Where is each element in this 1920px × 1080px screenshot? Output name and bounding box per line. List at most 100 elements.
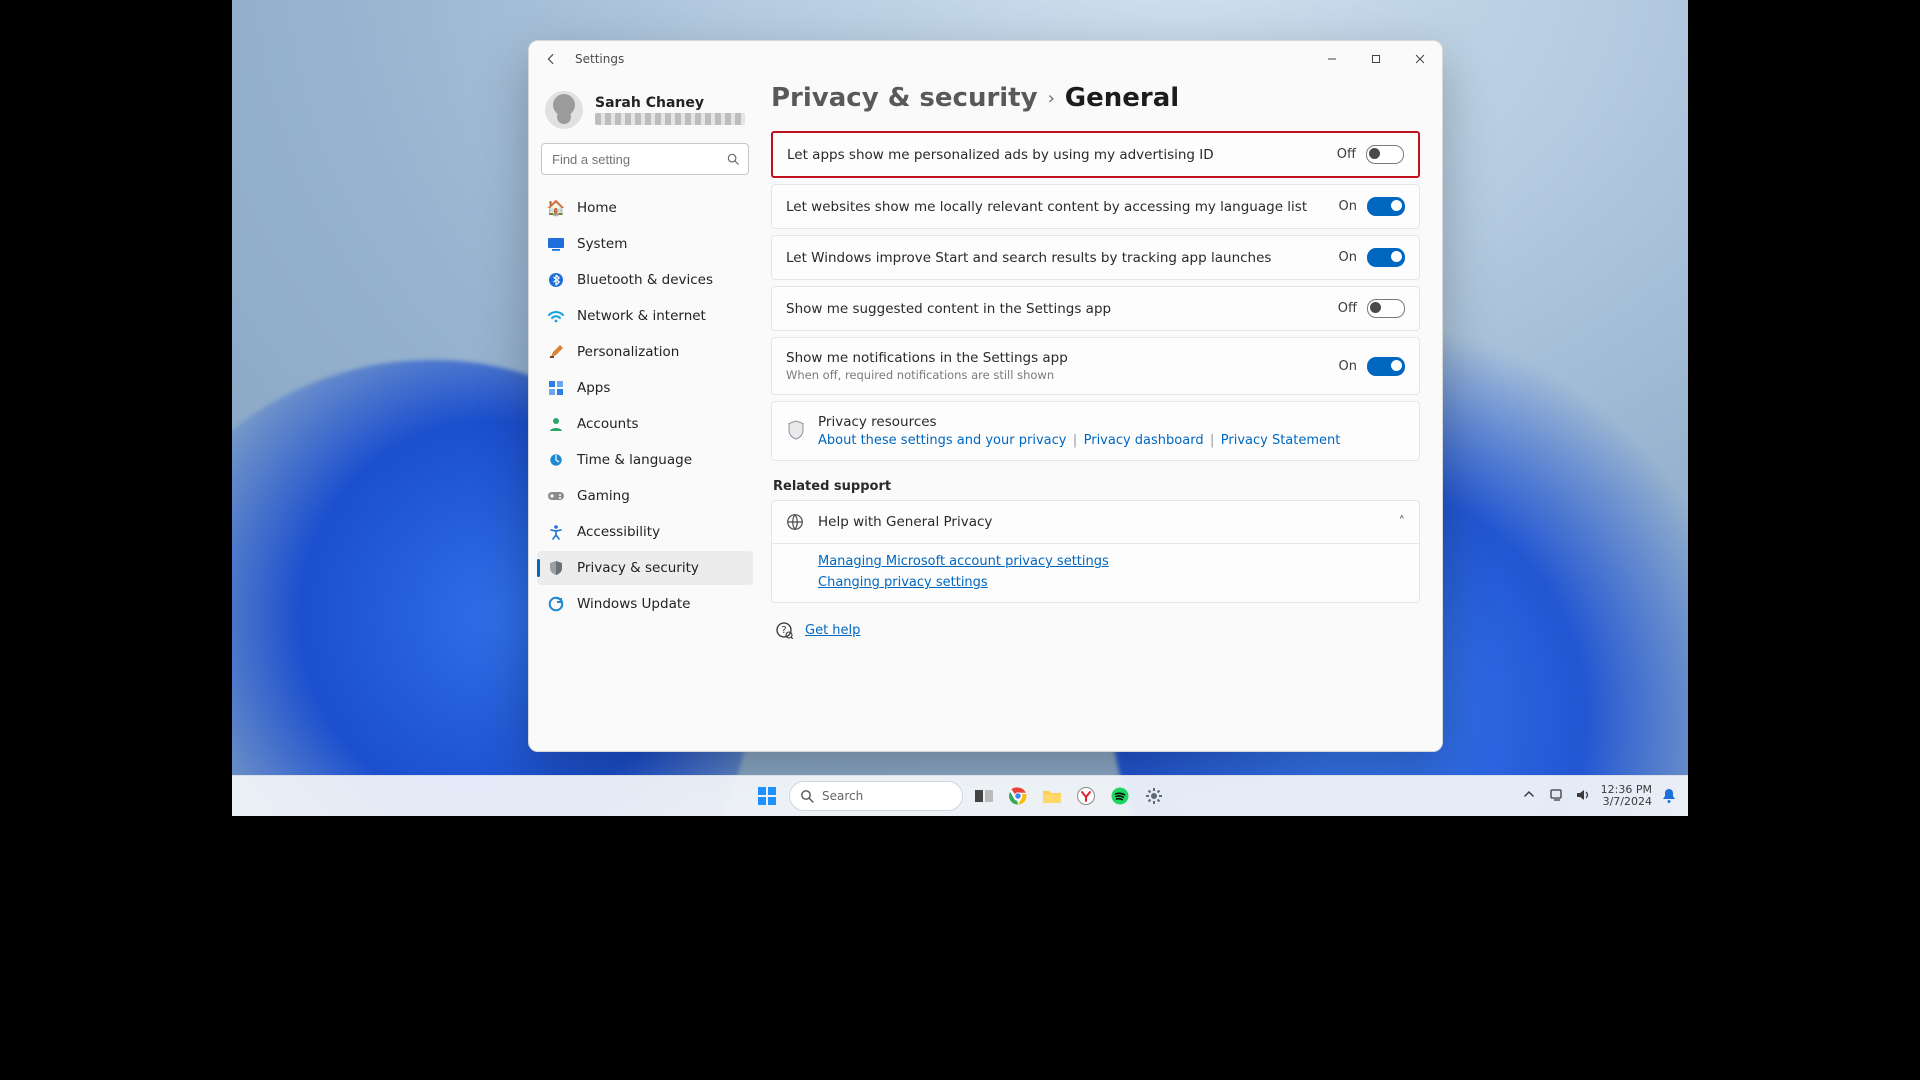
toggle-suggested-content[interactable] xyxy=(1367,299,1405,318)
system-icon xyxy=(547,235,565,253)
setting-label: Show me notifications in the Settings ap… xyxy=(786,350,1068,366)
taskbar-app-chrome[interactable] xyxy=(1005,783,1031,809)
sidebar-item-label: Gaming xyxy=(577,488,630,504)
toggle-notifications[interactable] xyxy=(1367,357,1405,376)
accessibility-icon xyxy=(547,523,565,541)
toggle-state: On xyxy=(1339,250,1357,265)
nav-list: 🏠 Home System Bluetooth & devices xyxy=(537,191,753,621)
sidebar-item-label: Home xyxy=(577,200,617,216)
sidebar-item-label: Bluetooth & devices xyxy=(577,272,713,288)
sidebar-item-label: Accounts xyxy=(577,416,639,432)
tray-volume-icon[interactable] xyxy=(1575,788,1591,804)
tray-notifications-icon[interactable] xyxy=(1662,788,1678,804)
back-button[interactable] xyxy=(537,45,565,73)
setting-notifications: Show me notifications in the Settings ap… xyxy=(771,337,1420,395)
sidebar-item-time-language[interactable]: Time & language xyxy=(537,443,753,477)
sidebar-item-personalization[interactable]: Personalization xyxy=(537,335,753,369)
toggle-state: On xyxy=(1339,199,1357,214)
sidebar-item-system[interactable]: System xyxy=(537,227,753,261)
chevron-up-icon: ˄ xyxy=(1399,515,1406,530)
privacy-resources-card: Privacy resources About these settings a… xyxy=(771,401,1420,461)
toggle-advertising-id[interactable] xyxy=(1366,145,1404,164)
setting-app-launches: Let Windows improve Start and search res… xyxy=(771,235,1420,280)
chevron-right-icon: › xyxy=(1048,88,1055,109)
globe-clock-icon xyxy=(547,451,565,469)
sidebar-item-apps[interactable]: Apps xyxy=(537,371,753,405)
sidebar-item-home[interactable]: 🏠 Home xyxy=(537,191,753,225)
setting-label: Let Windows improve Start and search res… xyxy=(786,250,1271,266)
setting-sublabel: When off, required notifications are sti… xyxy=(786,368,1068,382)
account-header[interactable]: Sarah Chaney xyxy=(537,85,753,129)
link-privacy-statement[interactable]: Privacy Statement xyxy=(1221,433,1341,448)
sidebar-item-gaming[interactable]: Gaming xyxy=(537,479,753,513)
left-pane: Sarah Chaney 🏠 Home xyxy=(529,77,761,751)
account-email-redacted xyxy=(595,113,745,125)
tray-date: 3/7/2024 xyxy=(1601,796,1652,808)
settings-search[interactable] xyxy=(541,143,749,175)
gamepad-icon xyxy=(547,487,565,505)
toggle-state: On xyxy=(1339,359,1357,374)
breadcrumb-parent[interactable]: Privacy & security xyxy=(771,83,1038,113)
window-title: Settings xyxy=(575,52,624,66)
setting-suggested-content: Show me suggested content in the Setting… xyxy=(771,286,1420,331)
related-support-heading: Related support xyxy=(773,479,1420,494)
shield-icon xyxy=(547,559,565,577)
breadcrumb: Privacy & security › General xyxy=(771,83,1420,113)
person-icon xyxy=(547,415,565,433)
sidebar-item-network[interactable]: Network & internet xyxy=(537,299,753,333)
sidebar-item-accounts[interactable]: Accounts xyxy=(537,407,753,441)
search-input[interactable] xyxy=(550,151,726,168)
help-links: Managing Microsoft account privacy setti… xyxy=(771,544,1420,603)
globe-icon xyxy=(786,513,804,531)
sidebar-item-label: Personalization xyxy=(577,344,679,360)
sidebar-item-label: Network & internet xyxy=(577,308,706,324)
taskbar-app-spotify[interactable] xyxy=(1107,783,1133,809)
maximize-button[interactable] xyxy=(1354,43,1398,75)
minimize-button[interactable] xyxy=(1310,43,1354,75)
sidebar-item-windows-update[interactable]: Windows Update xyxy=(537,587,753,621)
sidebar-item-privacy-security[interactable]: Privacy & security xyxy=(537,551,753,585)
link-manage-ms-account-privacy[interactable]: Managing Microsoft account privacy setti… xyxy=(818,554,1405,569)
page-title: General xyxy=(1065,83,1179,113)
tray-network-icon[interactable] xyxy=(1549,788,1565,804)
avatar xyxy=(545,91,583,129)
link-changing-privacy-settings[interactable]: Changing privacy settings xyxy=(818,575,1405,590)
sidebar-item-label: System xyxy=(577,236,627,252)
taskbar-search[interactable]: Search xyxy=(789,781,963,811)
sidebar-item-label: Time & language xyxy=(577,452,692,468)
taskbar-app-settings[interactable] xyxy=(1141,783,1167,809)
tray-clock[interactable]: 12:36 PM 3/7/2024 xyxy=(1601,784,1652,808)
toggle-state: Off xyxy=(1338,301,1357,316)
toggle-app-launches[interactable] xyxy=(1367,248,1405,267)
toggle-state: Off xyxy=(1337,147,1356,162)
sidebar-item-bluetooth[interactable]: Bluetooth & devices xyxy=(537,263,753,297)
taskbar: Search xyxy=(232,775,1688,816)
wifi-icon xyxy=(547,307,565,325)
link-privacy-dashboard[interactable]: Privacy dashboard xyxy=(1084,433,1204,448)
link-about-privacy[interactable]: About these settings and your privacy xyxy=(818,433,1066,448)
settings-window: Settings Sarah Chaney xyxy=(528,40,1443,752)
close-button[interactable] xyxy=(1398,43,1442,75)
taskbar-app-taskview[interactable] xyxy=(971,783,997,809)
help-general-privacy-expander[interactable]: Help with General Privacy ˄ xyxy=(771,500,1420,544)
taskbar-app-browser-y[interactable] xyxy=(1073,783,1099,809)
account-name: Sarah Chaney xyxy=(595,95,745,111)
update-icon xyxy=(547,595,565,613)
help-icon: ? xyxy=(775,621,793,639)
taskbar-search-placeholder: Search xyxy=(822,789,863,803)
tray-chevron-up-icon[interactable] xyxy=(1523,788,1539,804)
sidebar-item-label: Privacy & security xyxy=(577,560,699,576)
expander-label: Help with General Privacy xyxy=(818,514,992,530)
taskbar-app-explorer[interactable] xyxy=(1039,783,1065,809)
shield-outline-icon xyxy=(786,420,806,442)
toggle-language-list[interactable] xyxy=(1367,197,1405,216)
sidebar-item-label: Accessibility xyxy=(577,524,660,540)
setting-label: Let websites show me locally relevant co… xyxy=(786,199,1307,215)
start-button[interactable] xyxy=(753,782,781,810)
sidebar-item-accessibility[interactable]: Accessibility xyxy=(537,515,753,549)
setting-label: Show me suggested content in the Setting… xyxy=(786,301,1111,317)
get-help-row[interactable]: ? Get help xyxy=(771,621,1420,639)
link-get-help[interactable]: Get help xyxy=(805,623,860,638)
titlebar: Settings xyxy=(529,41,1442,77)
resources-title: Privacy resources xyxy=(818,414,1340,430)
